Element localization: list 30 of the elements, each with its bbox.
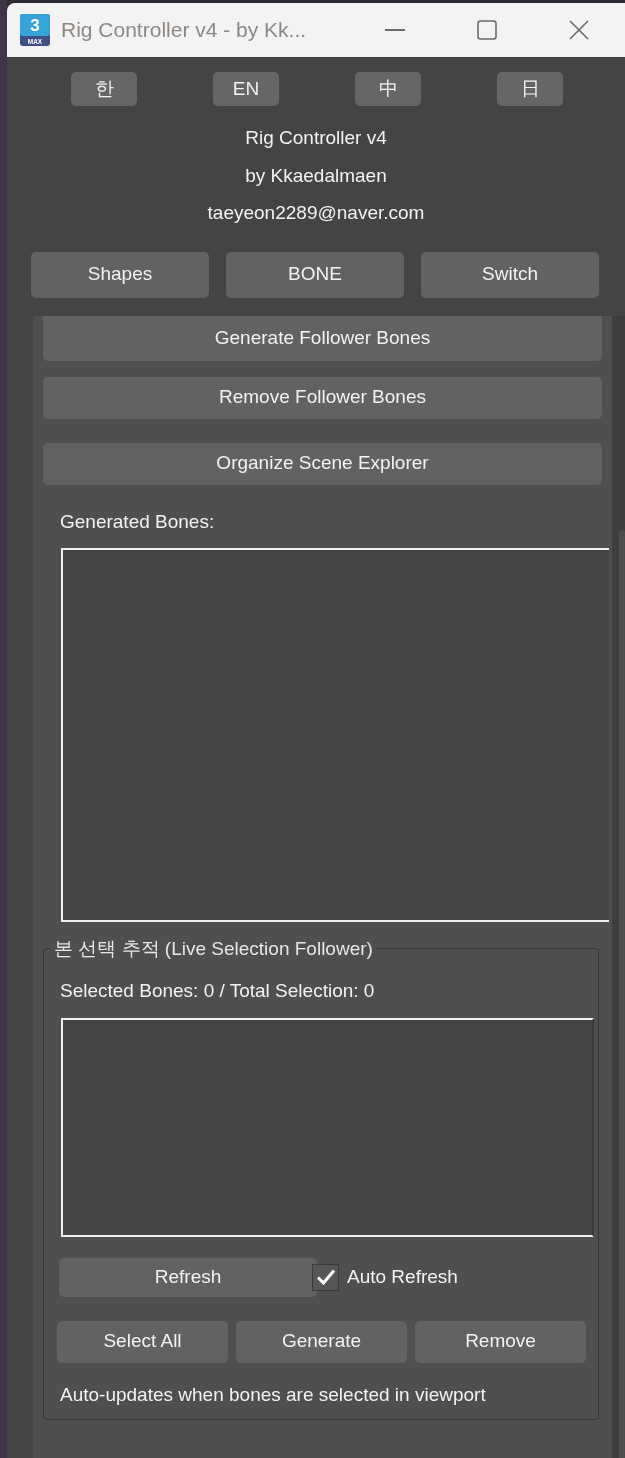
minimize-icon — [385, 29, 405, 31]
bones-list[interactable] — [61, 547, 609, 922]
auto-refresh-label[interactable]: Auto Refresh — [347, 1262, 458, 1292]
panel-button[interactable]: Generate Follower Bones — [43, 315, 602, 361]
credit-line: Rig Controller v4 — [245, 126, 387, 150]
hint-text: Auto-updates when bones are selected in viewport — [60, 1382, 486, 1407]
panel-button[interactable]: Organize Scene Explorer — [43, 442, 602, 485]
close-icon — [569, 20, 589, 40]
window-title: Rig Controller v4 - by Kk... — [61, 17, 307, 44]
section-button[interactable]: BONE — [226, 251, 404, 298]
selection-list[interactable] — [61, 1017, 594, 1237]
status-text: Selected Bones: 0 / Total Selection: 0 — [60, 978, 375, 1003]
language-button[interactable]: EN — [213, 72, 279, 106]
section-button[interactable]: Switch — [421, 251, 599, 298]
language-button[interactable]: 日 — [497, 72, 563, 106]
auto-refresh-checkbox[interactable] — [312, 1263, 339, 1291]
section-button[interactable]: Shapes — [31, 251, 209, 298]
language-button[interactable]: 한 — [71, 72, 137, 106]
maximize-icon — [477, 20, 497, 40]
panel-button[interactable]: Select All — [57, 1320, 228, 1363]
credit-line: taeyeon2289@naver.com — [207, 201, 425, 225]
list-label: Generated Bones: — [60, 509, 215, 534]
checkmark-icon — [316, 1269, 335, 1285]
credit-line: by Kkaedalmaen — [245, 163, 387, 188]
language-button[interactable]: 中 — [355, 72, 421, 106]
panel-button[interactable]: Remove — [415, 1320, 586, 1363]
group-title: 본 선택 추적 (Live Selection Follower) — [53, 936, 374, 961]
panel-button[interactable]: Remove Follower Bones — [43, 376, 602, 419]
panel-button[interactable]: Generate — [236, 1320, 407, 1363]
refresh-button[interactable]: Refresh — [59, 1257, 317, 1297]
